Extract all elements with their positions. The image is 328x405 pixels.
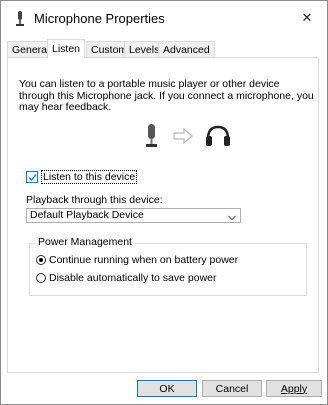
- radio-continue[interactable]: [36, 255, 46, 265]
- ok-button[interactable]: OK: [137, 380, 197, 397]
- listen-checkbox-row[interactable]: Listen to this device: [26, 169, 138, 185]
- radio-disable-row[interactable]: Disable automatically to save power: [36, 271, 217, 285]
- playback-label: Playback through this device:: [26, 194, 163, 206]
- close-icon: ✕: [301, 10, 313, 25]
- listen-flow-illustration: [146, 123, 236, 149]
- radio-disable-label[interactable]: Disable automatically to save power: [49, 272, 217, 284]
- radio-continue-label[interactable]: Continue running when on battery power: [49, 254, 238, 266]
- listen-checkbox-label[interactable]: Listen to this device: [41, 170, 138, 184]
- close-button[interactable]: ✕: [287, 1, 327, 35]
- window-title: Microphone Properties: [34, 11, 165, 26]
- properties-dialog: Microphone Properties ✕ General Listen C…: [0, 0, 328, 405]
- tab-listen[interactable]: Listen: [47, 39, 86, 58]
- title-bar: Microphone Properties ✕: [1, 1, 327, 35]
- checkmark-icon: [28, 173, 37, 181]
- power-management-legend: Power Management: [35, 236, 135, 248]
- listen-checkbox[interactable]: [26, 171, 38, 183]
- listen-description: You can listen to a portable music playe…: [19, 78, 314, 113]
- radio-continue-row[interactable]: Continue running when on battery power: [36, 253, 238, 267]
- radio-disable[interactable]: [36, 273, 46, 283]
- tab-advanced[interactable]: Advanced: [158, 41, 215, 57]
- apply-button[interactable]: Apply: [266, 380, 322, 397]
- playback-device-value: Default Playback Device: [30, 209, 144, 221]
- arrow-right-icon: [173, 127, 193, 145]
- headphones-icon: [206, 125, 230, 146]
- chevron-down-icon: [228, 212, 236, 221]
- microphone-icon: [146, 124, 157, 147]
- cancel-button[interactable]: Cancel: [202, 380, 262, 397]
- tab-bar: General Listen Custom Levels Advanced: [7, 39, 319, 58]
- playback-device-select[interactable]: Default Playback Device: [26, 208, 241, 223]
- power-management-group: [29, 243, 307, 296]
- microphone-icon: [14, 11, 26, 27]
